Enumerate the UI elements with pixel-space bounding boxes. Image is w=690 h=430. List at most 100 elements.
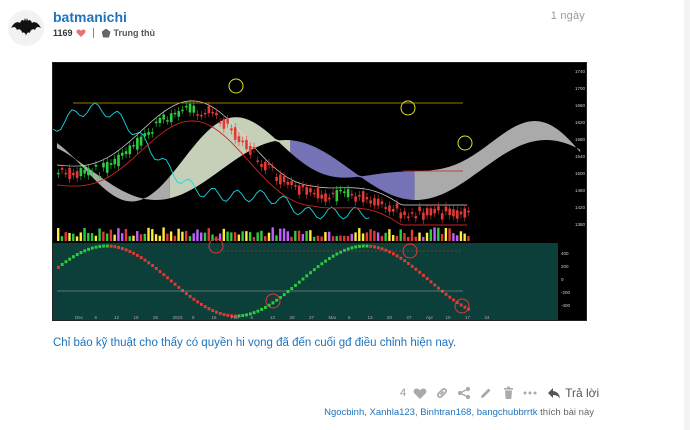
like-count: 4 [400,387,407,399]
oscillator-bar [57,265,60,269]
ichimoku-chart: 1740170016601620158015401500146014201380… [53,63,586,320]
volume-bar [309,230,312,241]
oscillator-bar [437,286,440,290]
oscillator-bar [158,270,162,274]
candle [87,168,90,176]
post-timestamp[interactable]: 1 ngày [551,10,585,22]
candle [410,212,414,214]
more-options-button[interactable] [521,384,539,402]
candle [188,103,192,113]
volume-bar [429,229,432,241]
candle [388,205,391,212]
oscillator-bar [215,310,218,314]
price-tick-label: 1620 [575,120,586,125]
volume-bar [267,232,271,241]
candle [316,187,320,199]
volume-bar [301,234,305,241]
volume-bar [437,227,440,241]
oscillator-bar [166,276,169,280]
oscillator-bar [75,253,79,257]
page-scrollbar[interactable] [684,0,690,430]
oscillator-bar [102,244,105,248]
oscillator-bar [245,313,248,317]
oscillator-tick-label: -400 [561,303,571,308]
volume-bar [388,229,391,241]
candle [151,132,154,134]
candle [68,168,71,180]
oscillator-bar [410,264,414,268]
volume-bar [117,228,120,241]
oscillator-bar [132,251,136,255]
edit-button[interactable] [477,384,495,402]
candle [117,154,120,167]
volume-bar [75,236,79,241]
volume-bar [264,236,267,241]
like-button[interactable] [411,384,429,402]
oscillator-bar [60,262,64,266]
liker-link[interactable]: Ngocbinh [324,407,364,418]
candle [200,114,203,117]
oscillator-bar [444,292,448,296]
oscillator-bar [294,283,297,287]
candle [301,184,305,188]
oscillator-bar [350,246,354,250]
candle [105,162,109,173]
candle [282,176,286,183]
volume-bar [410,229,414,241]
date-tick-label: 13 [368,315,374,320]
oscillator-bar [331,254,335,258]
volume-bar [275,235,278,241]
candle [98,175,101,178]
volume-bar [177,228,180,241]
liker-link[interactable]: Binhtran168 [420,407,471,418]
candle [237,136,241,143]
user-meta: 1169 Trung thủ [53,26,155,40]
author-name[interactable]: batmanichi [53,9,127,25]
candle [433,208,436,214]
candle [350,194,354,196]
volume-bar [455,235,459,241]
oscillator-bar [162,273,166,277]
candle [343,191,346,194]
candle [312,192,316,195]
oscillator-tick-label: 400 [561,251,569,256]
date-tick-label: 10 [446,315,452,320]
volume-bar [192,233,195,241]
candle [369,200,372,204]
oscillator-bar [365,244,369,248]
volume-bar [414,236,417,241]
oscillator-bar [422,273,425,277]
volume-bar [433,227,436,241]
candle [173,112,177,115]
volume-bar [271,227,274,241]
oscillator-bar [286,290,290,294]
oscillator-bar [226,313,230,317]
share-button[interactable] [455,384,473,402]
volume-bar [320,236,323,241]
volume-bar [248,232,252,241]
price-tick-label: 1420 [575,205,586,210]
volume-bar [297,230,301,241]
oscillator-bar [380,247,384,251]
candle [260,164,263,167]
oscillator-bar [105,244,109,248]
candle [57,172,60,175]
oscillator-bar [275,298,279,302]
copy-link-button[interactable] [433,384,451,402]
date-tick-label: Feb [231,315,239,320]
oscillator-bar [147,261,151,265]
reply-button[interactable]: Trả lời [547,386,599,400]
candle [162,114,165,120]
price-tick-label: 1460 [575,188,586,193]
liker-link[interactable]: Xanhla123 [370,407,415,418]
liker-link[interactable]: bangchubbrrtk [477,407,538,418]
candle [463,208,467,218]
volume-bar [136,231,139,241]
oscillator-bar [173,282,177,286]
oscillator-bar [395,254,399,258]
candle [380,201,384,205]
avatar[interactable] [8,10,44,46]
chart-screenshot-image[interactable]: 1740 1700 1660 1620 1580 1540 1500 1460 1420 1380… [52,62,587,321]
oscillator-bar [320,262,324,266]
delete-button[interactable] [499,384,517,402]
